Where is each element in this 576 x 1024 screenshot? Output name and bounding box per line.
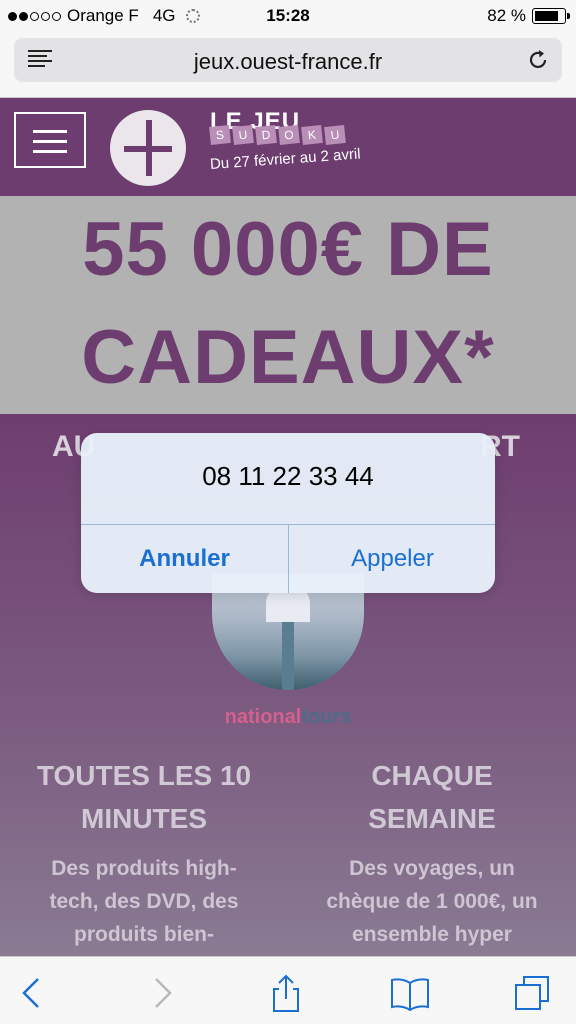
battery-icon (532, 8, 570, 24)
share-icon[interactable] (266, 973, 306, 1013)
back-icon[interactable] (14, 973, 54, 1013)
sponsor-logo: nationaltours (0, 706, 576, 729)
reload-icon[interactable] (526, 48, 550, 72)
letter-tile: U (324, 125, 346, 145)
cancel-button[interactable]: Annuler (81, 525, 288, 593)
column-title: TOUTES LES 10 MINUTES (36, 760, 252, 834)
bookmarks-icon[interactable] (390, 973, 430, 1013)
column-title: CHAQUE SEMAINE (368, 760, 496, 834)
column-text: Des voyages, un chèque de 1 000€, un ens… (326, 857, 538, 946)
game-name-tiles: S U D O K U (209, 125, 348, 145)
banner-line-1: 55 000€ DE (82, 207, 494, 292)
prize-column-left: TOUTES LES 10 MINUTES Des produits high-… (0, 754, 288, 951)
sponsor-logo-part1: national (224, 706, 302, 728)
letter-tile: S (209, 125, 231, 145)
sponsor-logo-part2: tours (301, 706, 352, 728)
letter-tile: O (278, 125, 300, 145)
phone-number: 08 11 22 33 44 (202, 461, 374, 491)
column-text: Des produits high-tech, des DVD, des pro… (49, 857, 239, 946)
site-logo[interactable] (110, 110, 186, 186)
prize-column-right: CHAQUE SEMAINE Des voyages, un chèque de… (288, 754, 576, 951)
browser-address-area: jeux.ouest-france.fr (0, 34, 576, 98)
battery-percentage: 82 % (487, 6, 526, 25)
prize-banner: 55 000€ DE CADEAUX* (0, 196, 576, 414)
forward-icon[interactable] (142, 973, 182, 1013)
letter-tile: U (232, 125, 254, 145)
address-bar[interactable]: jeux.ouest-france.fr (14, 38, 562, 82)
letter-tile: D (255, 125, 277, 145)
url-text[interactable]: jeux.ouest-france.fr (14, 49, 562, 75)
status-bar: Orange F 4G 15:28 82 % (0, 0, 576, 34)
call-alert-dialog: 08 11 22 33 44 Annuler Appeler (81, 433, 495, 593)
banner-line-2: CADEAUX* (81, 315, 495, 400)
letter-tile: K (301, 125, 323, 145)
call-button[interactable]: Appeler (289, 525, 495, 593)
hamburger-menu-button[interactable] (14, 112, 86, 168)
tabs-icon[interactable] (512, 973, 552, 1013)
browser-toolbar (0, 956, 576, 1024)
